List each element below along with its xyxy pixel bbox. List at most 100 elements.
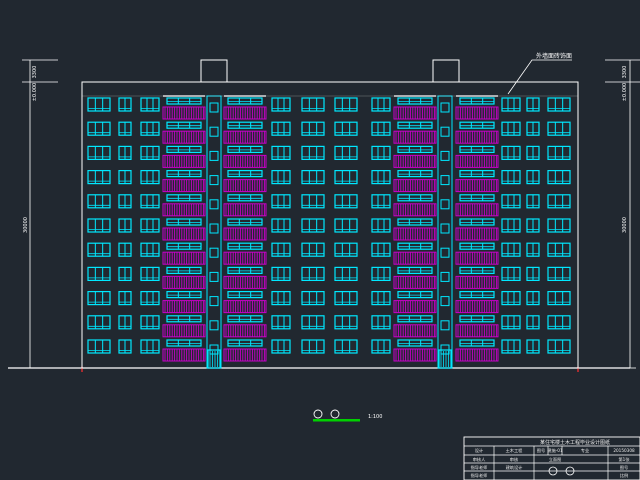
window (87, 242, 111, 257)
window (334, 97, 358, 112)
stair-window (440, 126, 450, 137)
window (227, 242, 263, 250)
window (371, 145, 391, 160)
window (227, 97, 263, 105)
scale-circle-left (313, 409, 323, 419)
window (87, 145, 111, 160)
stair-window (209, 223, 219, 234)
stair-window (440, 199, 450, 210)
window (140, 266, 160, 281)
window (334, 242, 358, 257)
window (501, 291, 521, 306)
note-leader (507, 59, 572, 95)
window (87, 170, 111, 185)
window (301, 145, 325, 160)
window (459, 315, 495, 323)
window (166, 218, 202, 226)
window (547, 121, 571, 136)
right-dim-top-b: ±0.000 (622, 83, 628, 102)
window (166, 194, 202, 202)
stair-window (440, 296, 450, 307)
window (501, 218, 521, 233)
window (166, 291, 202, 299)
window (87, 291, 111, 306)
window (547, 145, 571, 160)
window (371, 266, 391, 281)
window (459, 266, 495, 274)
window (140, 194, 160, 209)
window (334, 170, 358, 185)
window (397, 121, 433, 129)
window (397, 145, 433, 153)
stair-window (440, 150, 450, 161)
window (547, 266, 571, 281)
title-block-cell: 建施-01 (547, 447, 563, 454)
window (166, 242, 202, 250)
left-dim-total: 30000 (23, 217, 29, 233)
window (87, 266, 111, 281)
stairwell-strip (206, 95, 222, 369)
window (501, 194, 521, 209)
window (397, 194, 433, 202)
window (547, 194, 571, 209)
window (301, 266, 325, 281)
window (459, 121, 495, 129)
window (371, 218, 391, 233)
window (301, 194, 325, 209)
window (87, 315, 111, 330)
left-dim-top-a: 3300 (32, 66, 38, 79)
window (301, 121, 325, 136)
window (371, 97, 391, 112)
window (547, 97, 571, 112)
stair-window (209, 247, 219, 258)
window (459, 145, 495, 153)
window (397, 266, 433, 274)
window (334, 291, 358, 306)
window (397, 315, 433, 323)
window (371, 242, 391, 257)
window (334, 315, 358, 330)
window (501, 170, 521, 185)
stair-window (440, 247, 450, 258)
roof-stairwell-left (200, 59, 228, 83)
window (271, 170, 291, 185)
window (271, 97, 291, 112)
window (459, 97, 495, 105)
window (459, 194, 495, 202)
window (397, 170, 433, 178)
window (301, 339, 325, 354)
window (87, 218, 111, 233)
window (371, 291, 391, 306)
title-block-cell: 审核人 (473, 456, 486, 463)
title-block-header: 某住宅楼土木工程毕业设计图纸 (540, 439, 610, 446)
window (501, 121, 521, 136)
cad-drawing-canvas: 3300 ±0.000 30000 3300 ±0.000 30000 外墙面砖… (0, 0, 640, 480)
stair-window (209, 271, 219, 282)
window (166, 315, 202, 323)
window (459, 339, 495, 347)
window (301, 291, 325, 306)
window (547, 315, 571, 330)
window (501, 97, 521, 112)
title-block-cell: 审核 (510, 456, 519, 463)
window (547, 291, 571, 306)
window (459, 291, 495, 299)
window (501, 145, 521, 160)
window (301, 97, 325, 112)
window (140, 291, 160, 306)
window (334, 339, 358, 354)
window (227, 266, 263, 274)
title-block-cell: 图号 (620, 465, 628, 471)
building-outline (81, 81, 579, 369)
stair-window (209, 320, 219, 331)
window (459, 218, 495, 226)
window (301, 170, 325, 185)
window (227, 145, 263, 153)
window (371, 194, 391, 209)
window (271, 242, 291, 257)
window (87, 339, 111, 354)
scale-bar (313, 419, 360, 422)
facade-elements (82, 95, 578, 369)
window (334, 218, 358, 233)
window (459, 170, 495, 178)
